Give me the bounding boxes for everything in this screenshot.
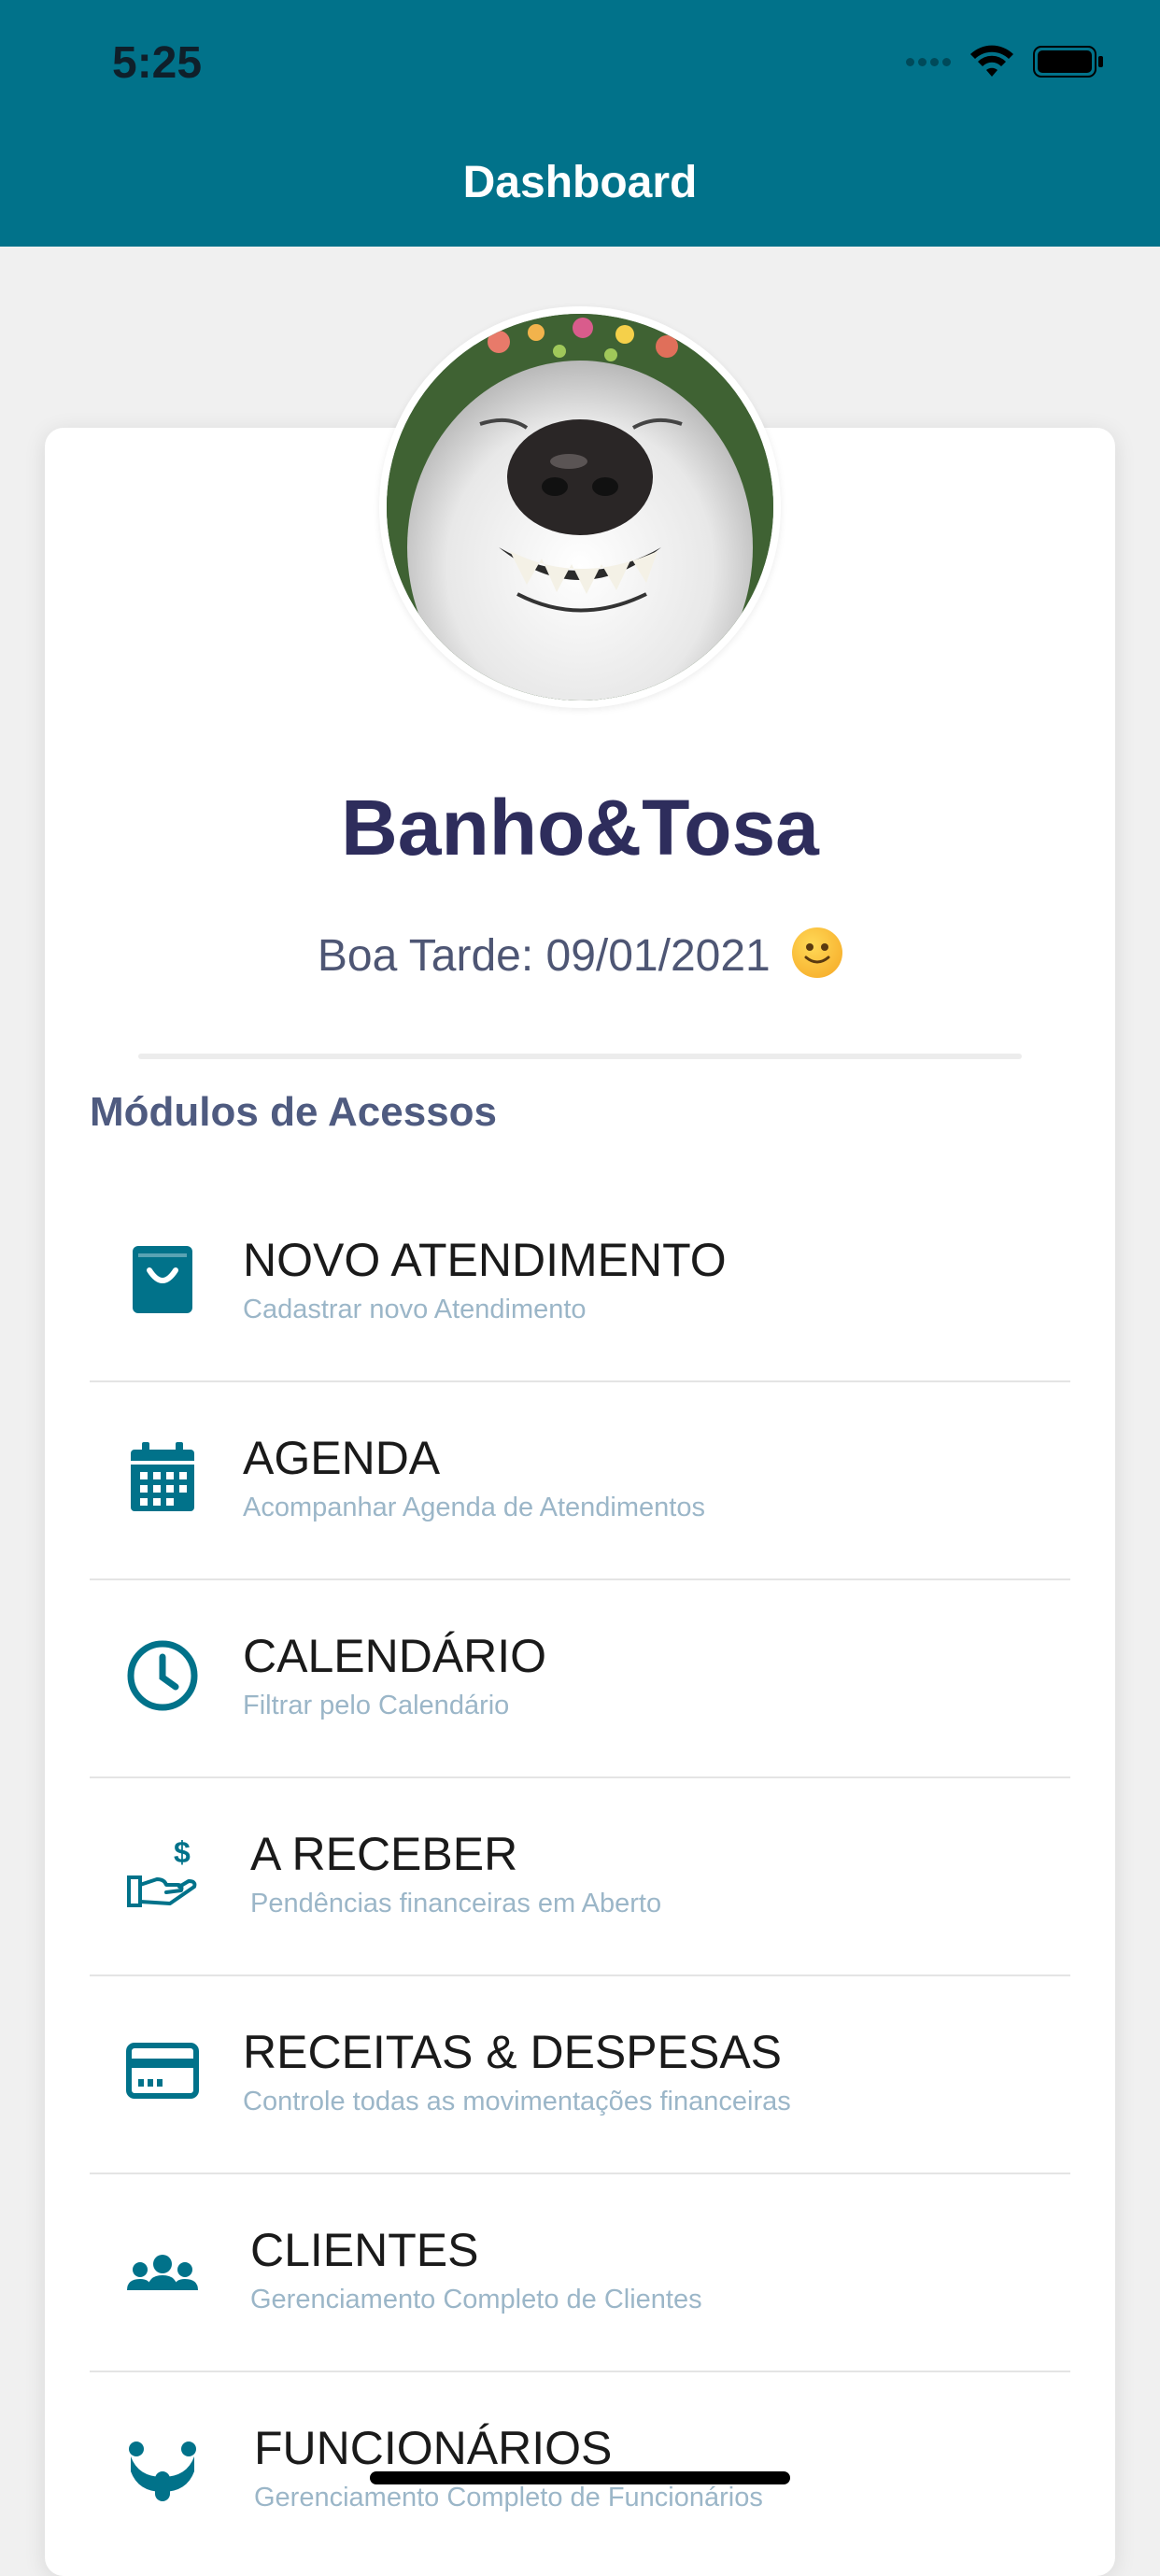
smile-emoji-icon — [792, 927, 843, 979]
status-bar: 5:25 — [0, 0, 1160, 121]
home-indicator[interactable] — [370, 2471, 790, 2484]
greeting-text: Boa Tarde: 09/01/2021 — [0, 927, 1160, 984]
menu-item-title: A RECEBER — [250, 1828, 518, 1880]
menu-item-receitas-despesas[interactable]: RECEITAS & DESPESAS Controle todas as mo… — [90, 1976, 1070, 2174]
status-time: 5:25 — [112, 38, 203, 88]
svg-text:$: $ — [174, 1836, 191, 1869]
clock-icon — [125, 1638, 200, 1713]
menu-item-title: AGENDA — [243, 1432, 441, 1484]
menu-item-subtitle: Acompanhar Agenda de Atendimentos — [243, 1493, 705, 1522]
menu-item-novo-atendimento[interactable]: NOVO ATENDIMENTO Cadastrar novo Atendime… — [90, 1184, 1070, 1382]
battery-icon — [1033, 46, 1103, 78]
menu-item-subtitle: Cadastrar novo Atendimento — [243, 1295, 587, 1324]
avatar-photo — [387, 314, 773, 701]
menu-item-a-receber[interactable]: $ A RECEBER Pendências financeiras em Ab… — [90, 1778, 1070, 1976]
menu-item-agenda[interactable]: AGENDA Acompanhar Agenda de Atendimentos — [90, 1382, 1070, 1580]
page-title: Dashboard — [462, 158, 698, 207]
users-icon — [125, 2232, 200, 2307]
status-icons — [906, 43, 1104, 80]
shopping-bag-icon — [125, 1242, 200, 1317]
section-title: Módulos de Acessos — [90, 1089, 498, 1135]
menu-item-subtitle: Pendências financeiras em Aberto — [250, 1889, 662, 1918]
employee-icon — [125, 2430, 200, 2505]
dog-photo-icon — [387, 314, 773, 701]
credit-card-icon — [125, 2034, 200, 2109]
hand-dollar-icon: $ — [125, 1835, 200, 1911]
menu-item-title: CLIENTES — [250, 2224, 479, 2276]
menu-item-title: CALENDÁRIO — [243, 1630, 547, 1682]
menu-item-title: NOVO ATENDIMENTO — [243, 1234, 727, 1286]
navigation-bar: Dashboard — [0, 121, 1160, 247]
menu-item-subtitle: Gerenciamento Completo de Clientes — [250, 2285, 702, 2314]
divider — [138, 1054, 1022, 1059]
menu-item-calendario[interactable]: CALENDÁRIO Filtrar pelo Calendário — [90, 1580, 1070, 1778]
menu-item-title: FUNCIONÁRIOS — [254, 2422, 613, 2474]
signal-icon — [906, 57, 951, 66]
menu-item-subtitle: Gerenciamento Completo de Funcionários — [254, 2483, 763, 2512]
modules-menu: NOVO ATENDIMENTO Cadastrar novo Atendime… — [90, 1184, 1070, 2570]
calendar-icon — [125, 1440, 200, 1515]
business-name: Banho&Tosa — [341, 784, 819, 871]
menu-item-subtitle: Filtrar pelo Calendário — [243, 1691, 510, 1720]
menu-item-title: RECEITAS & DESPESAS — [243, 2026, 783, 2078]
menu-item-subtitle: Controle todas as movimentações financei… — [243, 2087, 791, 2116]
wifi-icon — [970, 45, 1013, 77]
menu-item-clientes[interactable]: CLIENTES Gerenciamento Completo de Clien… — [90, 2174, 1070, 2372]
avatar[interactable] — [379, 306, 781, 708]
greeting-label: Boa Tarde: 09/01/2021 — [317, 931, 771, 981]
